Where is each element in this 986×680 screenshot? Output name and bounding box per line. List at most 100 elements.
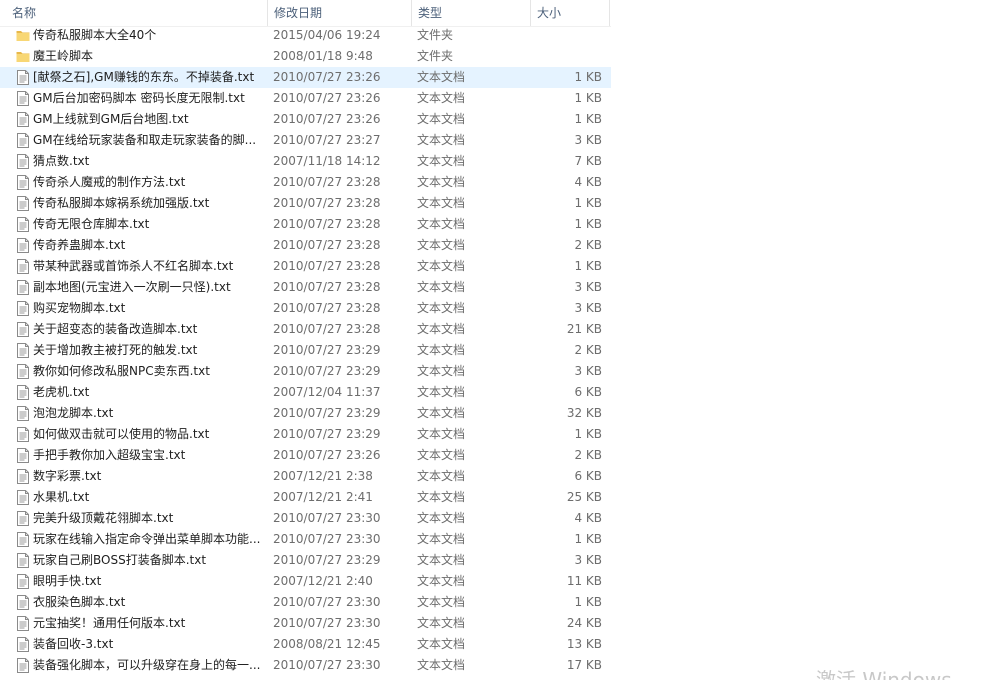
file-name: GM在线给玩家装备和取走玩家装备的脚... [33,133,257,147]
column-header-size-label: 大小 [537,6,562,20]
file-type: 文本文档 [417,511,466,525]
column-header-type-label: 类型 [418,6,443,20]
file-row[interactable]: 老虎机.txt 2007/12/04 11:37 文本文档 6 KB [0,382,611,403]
file-modified-date: 2010/07/27 23:29 [273,427,381,441]
column-header-date-label: 修改日期 [274,6,323,20]
file-modified-date: 2010/07/27 23:28 [273,322,381,336]
file-row[interactable]: 购买宠物脚本.txt 2010/07/27 23:28 文本文档 3 KB [0,298,611,319]
file-row[interactable]: 如何做双击就可以使用的物品.txt 2010/07/27 23:29 文本文档 1 K… [0,424,611,445]
file-row[interactable]: GM后台加密码脚本 密码长度无限制.txt 2010/07/27 23:26 文本文… [0,88,611,109]
file-row[interactable]: 传奇私服脚本嫁祸系统加强版.txt 2010/07/27 23:28 文本文档 1 K… [0,193,611,214]
text-file-icon [16,490,30,505]
file-type: 文本文档 [417,469,466,483]
file-row[interactable]: 完美升级顶戴花翎脚本.txt 2010/07/27 23:30 文本文档 4 KB [0,508,611,529]
file-modified-date: 2010/07/27 23:28 [273,217,381,231]
file-name: 带某种武器或首饰杀人不红名脚本.txt [33,259,234,273]
text-file-icon [16,280,30,295]
sort-ascending-icon: ^ [136,0,144,7]
file-name: [献祭之石],GM赚钱的东东。不掉装备.txt [33,70,255,84]
file-type: 文本文档 [417,448,466,462]
column-header-name[interactable]: ^ 名称 [6,0,268,26]
file-type: 文本文档 [417,91,466,105]
file-size: 3 KB [574,301,602,315]
text-file-icon [16,91,30,106]
file-name: 装备回收-3.txt [33,637,114,651]
column-header-size[interactable]: 大小 [531,0,610,26]
file-size: 6 KB [574,469,602,483]
file-row[interactable]: GM在线给玩家装备和取走玩家装备的脚... 2010/07/27 23:27 文本文… [0,130,611,151]
column-header-name-label: 名称 [12,6,37,20]
file-row[interactable]: GM上线就到GM后台地图.txt 2010/07/27 23:26 文本文档 1 KB [0,109,611,130]
file-size: 25 KB [566,490,602,504]
file-size: 1 KB [574,532,602,546]
file-row[interactable]: 传奇私服脚本大全40个 2015/04/06 19:24 文件夹 [0,25,611,46]
file-row[interactable]: 玩家自己刷BOSS打装备脚本.txt 2010/07/27 23:29 文本文档 3 … [0,550,611,571]
file-type: 文本文档 [417,574,466,588]
file-row[interactable]: 泡泡龙脚本.txt 2010/07/27 23:29 文本文档 32 KB [0,403,611,424]
file-row[interactable]: 手把手教你加入超级宝宝.txt 2010/07/27 23:26 文本文档 2 KB [0,445,611,466]
column-header-date[interactable]: 修改日期 [268,0,412,26]
file-row[interactable]: 元宝抽奖！通用任何版本.txt 2010/07/27 23:30 文本文档 24 KB [0,613,611,634]
file-name: 完美升级顶戴花翎脚本.txt [33,511,174,525]
file-row[interactable]: 猜点数.txt 2007/11/18 14:12 文本文档 7 KB [0,151,611,172]
file-row[interactable]: 关于超变态的装备改造脚本.txt 2010/07/27 23:28 文本文档 21 K… [0,319,611,340]
file-modified-date: 2015/04/06 19:24 [273,28,381,42]
file-row[interactable]: 数字彩票.txt 2007/12/21 2:38 文本文档 6 KB [0,466,611,487]
file-size: 2 KB [574,238,602,252]
file-type: 文本文档 [417,406,466,420]
file-name: 玩家自己刷BOSS打装备脚本.txt [33,553,207,567]
text-file-icon [16,112,30,127]
file-modified-date: 2010/07/27 23:26 [273,91,381,105]
file-type: 文本文档 [417,637,466,651]
file-row[interactable]: 魔王岭脚本 2008/01/18 9:48 文件夹 [0,46,611,67]
file-row[interactable]: 副本地图(元宝进入一次刷一只怪).txt 2010/07/27 23:28 文本文档… [0,277,611,298]
file-type: 文本文档 [417,553,466,567]
file-row[interactable]: 传奇养蛊脚本.txt 2010/07/27 23:28 文本文档 2 KB [0,235,611,256]
file-name: 水果机.txt [33,490,90,504]
activation-watermark: 激活 Windows [816,668,952,680]
file-name: 传奇杀人魔戒的制作方法.txt [33,175,186,189]
file-row[interactable]: 水果机.txt 2007/12/21 2:41 文本文档 25 KB [0,487,611,508]
file-type: 文本文档 [417,616,466,630]
file-size: 1 KB [574,259,602,273]
file-type: 文本文档 [417,427,466,441]
file-type: 文本文档 [417,112,466,126]
file-type: 文本文档 [417,133,466,147]
folder-icon [16,28,30,43]
file-type: 文本文档 [417,490,466,504]
file-name: 衣服染色脚本.txt [33,595,126,609]
file-modified-date: 2010/07/27 23:26 [273,112,381,126]
file-type: 文本文档 [417,658,466,672]
file-type: 文本文档 [417,532,466,546]
file-name: 眼明手快.txt [33,574,102,588]
column-header-bar: ^ 名称 修改日期 类型 大小 [0,0,611,27]
file-modified-date: 2010/07/27 23:28 [273,196,381,210]
file-modified-date: 2010/07/27 23:28 [273,301,381,315]
file-modified-date: 2008/01/18 9:48 [273,49,373,63]
file-size: 32 KB [566,406,602,420]
file-row[interactable]: 带某种武器或首饰杀人不红名脚本.txt 2010/07/27 23:28 文本文档 1… [0,256,611,277]
file-modified-date: 2010/07/27 23:26 [273,448,381,462]
file-name: 手把手教你加入超级宝宝.txt [33,448,186,462]
file-row[interactable]: 装备回收-3.txt 2008/08/21 12:45 文本文档 13 KB [0,634,611,655]
text-file-icon [16,217,30,232]
file-type: 文本文档 [417,196,466,210]
file-name: 传奇私服脚本大全40个 [33,28,157,42]
file-row[interactable]: [献祭之石],GM赚钱的东东。不掉装备.txt 2010/07/27 23:26 文… [0,67,611,88]
file-row[interactable]: 玩家在线输入指定命令弹出菜单脚本功能... 2010/07/27 23:30 文本文… [0,529,611,550]
file-size: 2 KB [574,343,602,357]
file-row[interactable]: 衣服染色脚本.txt 2010/07/27 23:30 文本文档 1 KB [0,592,611,613]
text-file-icon [16,133,30,148]
file-type: 文件夹 [417,28,454,42]
file-row[interactable]: 关于增加教主被打死的触发.txt 2010/07/27 23:29 文本文档 2 KB [0,340,611,361]
column-header-type[interactable]: 类型 [412,0,531,26]
text-file-icon [16,154,30,169]
file-row[interactable]: 传奇无限仓库脚本.txt 2010/07/27 23:28 文本文档 1 KB [0,214,611,235]
file-name: 猜点数.txt [33,154,90,168]
file-row[interactable]: 传奇杀人魔戒的制作方法.txt 2010/07/27 23:28 文本文档 4 KB [0,172,611,193]
file-type: 文本文档 [417,217,466,231]
file-row[interactable]: 眼明手快.txt 2007/12/21 2:40 文本文档 11 KB [0,571,611,592]
file-modified-date: 2010/07/27 23:29 [273,364,381,378]
file-row[interactable]: 装备强化脚本，可以升级穿在身上的每一... 2010/07/27 23:30 文本文… [0,655,611,676]
file-row[interactable]: 教你如何修改私服NPC卖东西.txt 2010/07/27 23:29 文本文档 3 … [0,361,611,382]
